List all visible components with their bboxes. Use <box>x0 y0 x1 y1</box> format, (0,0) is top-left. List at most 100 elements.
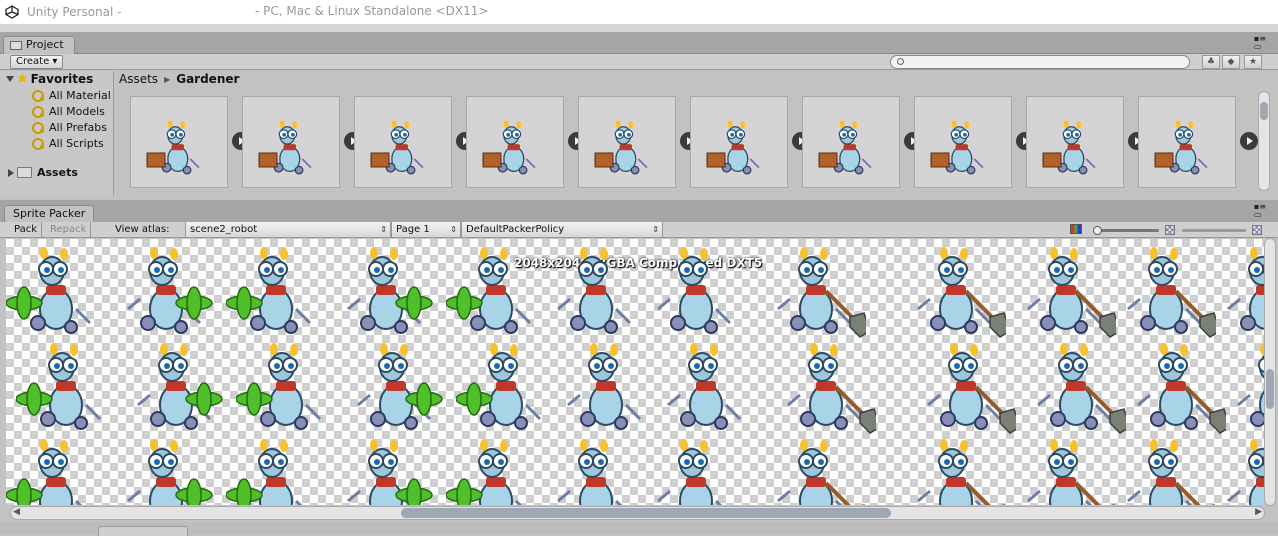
folder-icon <box>17 167 32 178</box>
scrollbar-thumb[interactable] <box>1266 369 1274 409</box>
asset-thumbnail[interactable] <box>1138 96 1236 188</box>
atlas-vertical-scrollbar[interactable] <box>1264 238 1276 506</box>
atlas-sprite <box>236 341 322 431</box>
atlas-sprite <box>356 341 443 431</box>
dropdown-arrow-icon: ⇕ <box>380 225 387 234</box>
pack-button[interactable]: Pack <box>10 222 42 237</box>
atlas-horizontal-scrollbar[interactable]: ◀ ▶ <box>10 506 1265 520</box>
favorite-star-icon[interactable]: ★ <box>1244 55 1262 69</box>
asset-thumbnail-grid <box>130 96 1260 188</box>
search-filter-icon <box>32 137 44 150</box>
search-input[interactable] <box>890 55 1190 69</box>
breadcrumb-assets[interactable]: Assets <box>119 72 158 86</box>
atlas-sprite <box>226 437 312 505</box>
collapse-arrow-icon[interactable] <box>8 168 14 177</box>
asset-thumbnail[interactable] <box>1026 96 1124 188</box>
page-dropdown[interactable]: Page 1 ⇕ <box>391 222 461 237</box>
atlas-sprite <box>786 341 876 435</box>
atlas-sprite <box>566 341 642 431</box>
atlas-sprite <box>6 245 92 335</box>
atlas-sprite <box>1126 245 1216 339</box>
tab-project-label: Project <box>26 38 64 51</box>
zoom-slider-knob[interactable] <box>1093 226 1102 235</box>
atlas-sprite <box>1126 437 1216 505</box>
platform-title: - PC, Mac & Linux Standalone <DX11> <box>255 4 489 18</box>
packer-policy-dropdown[interactable]: DefaultPackerPolicy ⇕ <box>461 222 663 237</box>
project-folder-tree: ★ Favorites All Material All Models All … <box>0 71 114 196</box>
asset-thumbnail[interactable] <box>466 96 564 188</box>
packer-policy-value: DefaultPackerPolicy <box>466 224 565 235</box>
asset-thumbnail[interactable] <box>578 96 676 188</box>
expand-sprites-icon[interactable] <box>1240 132 1258 150</box>
asset-thumbnail[interactable] <box>242 96 340 188</box>
atlas-preview[interactable]: 2048x2048, RGBA Compressed DXT5 <box>6 239 1270 505</box>
filter-by-label-icon[interactable]: ◆ <box>1222 55 1240 69</box>
asset-thumbnail[interactable] <box>130 96 228 188</box>
atlas-sprite <box>1136 341 1226 435</box>
favorite-item-all-material[interactable]: All Material <box>32 89 111 102</box>
filter-by-type-icon[interactable]: ♣ <box>1202 55 1220 69</box>
favorite-label: All Scripts <box>49 137 104 150</box>
create-button[interactable]: Create ▾ <box>10 55 64 69</box>
robot-sprite-icon <box>594 119 648 175</box>
atlas-sprite <box>346 245 433 335</box>
mip-slider[interactable] <box>1182 229 1246 232</box>
robot-sprite-icon <box>818 119 872 175</box>
repack-button[interactable]: Repack <box>46 222 92 237</box>
maximize-icon[interactable]: ▭ <box>1254 211 1266 219</box>
atlas-sprite <box>1026 437 1116 505</box>
tab-animation-partial[interactable] <box>98 526 188 536</box>
sprite-packer-tabbar: Sprite Packer ▪≡ ▭ <box>0 200 1278 222</box>
favorites-label: Favorites <box>30 72 94 86</box>
atlas-sprite <box>6 437 92 505</box>
assets-folder-label: Assets <box>37 166 78 179</box>
atlas-sprite <box>1036 341 1126 435</box>
project-asset-view: Assets ▶ Gardener <box>114 71 1278 196</box>
atlas-sprite <box>136 341 223 431</box>
favorite-item-all-scripts[interactable]: All Scripts <box>32 137 104 150</box>
project-vertical-scrollbar[interactable] <box>1258 91 1270 191</box>
favorite-item-all-prefabs[interactable]: All Prefabs <box>32 121 107 134</box>
favorite-label: All Material <box>49 89 111 102</box>
breadcrumb-gardener[interactable]: Gardener <box>176 72 239 86</box>
asset-thumbnail[interactable] <box>914 96 1012 188</box>
zoom-slider[interactable] <box>1093 226 1159 235</box>
window-titlebar: Unity Personal - - PC, Mac & Linux Stand… <box>0 0 1278 24</box>
atlas-sprite <box>16 341 102 431</box>
atlas-sprite <box>446 437 532 505</box>
assets-folder[interactable]: Assets <box>8 166 78 179</box>
expand-arrow-icon[interactable] <box>6 76 14 82</box>
sprite-packer-window: Sprite Packer ▪≡ ▭ Pack Repack View atla… <box>0 200 1278 536</box>
search-filter-icon <box>32 89 44 102</box>
scroll-left-icon[interactable]: ◀ <box>13 507 20 517</box>
atlas-sprite <box>1226 245 1270 335</box>
atlas-dropdown[interactable]: scene2_robot ⇕ <box>185 222 391 237</box>
scrollbar-thumb[interactable] <box>401 508 891 518</box>
favorite-item-all-models[interactable]: All Models <box>32 105 105 118</box>
dropdown-arrow-icon: ⇕ <box>652 225 659 234</box>
asset-thumbnail[interactable] <box>354 96 452 188</box>
rgb-channel-icon[interactable] <box>1070 224 1082 234</box>
bottom-dock-strip <box>0 522 1278 534</box>
tab-sprite-packer[interactable]: Sprite Packer <box>4 205 95 222</box>
maximize-icon[interactable]: ▭ <box>1254 43 1266 51</box>
tab-project[interactable]: Project <box>3 36 75 54</box>
scroll-right-icon[interactable]: ▶ <box>1255 507 1262 517</box>
asset-thumbnail[interactable] <box>690 96 788 188</box>
atlas-sprite <box>556 437 632 505</box>
atlas-sprite <box>656 245 732 335</box>
favorites-header[interactable]: ★ Favorites <box>6 72 93 86</box>
window-title: Unity Personal - <box>27 5 122 19</box>
atlas-sprite <box>456 341 542 431</box>
breadcrumb-separator-icon: ▶ <box>164 74 171 84</box>
scrollbar-thumb[interactable] <box>1260 102 1268 120</box>
robot-sprite-icon <box>482 119 536 175</box>
robot-sprite-icon <box>1154 119 1208 175</box>
asset-thumbnail[interactable] <box>802 96 900 188</box>
atlas-sprite <box>1226 437 1270 505</box>
project-window: Project ▪≡ ▭ Create ▾ ♣ ◆ ★ ★ Favorites … <box>0 32 1278 196</box>
atlas-sprite <box>126 245 213 335</box>
robot-sprite-icon <box>1042 119 1096 175</box>
search-filter-icon <box>32 121 44 134</box>
atlas-sprite <box>126 437 213 505</box>
